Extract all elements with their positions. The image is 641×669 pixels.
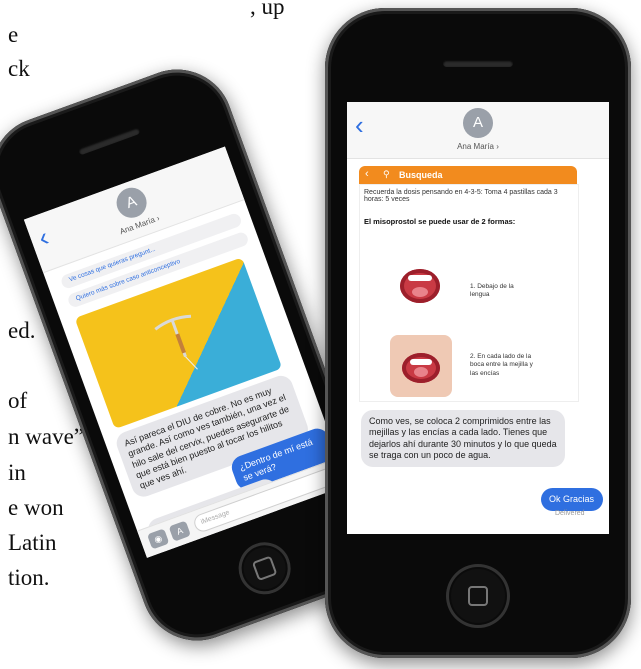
background-line: ck [8,56,30,81]
right-phone: ‹ A Ana María › ‹ ⚲ Busqueda Recuerda la… [325,8,631,658]
background-line: ed. [8,318,36,343]
background-line: e [8,22,19,47]
back-chevron-icon[interactable]: ‹ [34,221,52,252]
mouth-cheek-illustration [402,353,440,383]
avatar[interactable]: A [112,183,151,222]
search-icon[interactable]: ⚲ [383,169,390,180]
back-chevron-icon[interactable]: ‹ [355,112,364,138]
message-bubble-outgoing: Ok Gracias [541,488,603,512]
background-line: tion. [8,565,50,590]
messages-header: ‹ A Ana María › [347,102,609,159]
cheek-placement-illustration [390,335,452,397]
background-fragment: , up [250,0,285,19]
instruction-card: Recuerda la dosis pensando en 4-3-5: Tom… [359,184,579,402]
step-under-tongue-label: 1. Debajo de la lengua [470,283,514,299]
speaker-grille [77,126,141,156]
camera-icon[interactable]: ◉ [146,528,170,550]
delivery-status: Delivered [555,510,585,517]
dosage-intro: Recuerda la dosis pensando en 4-3-5: Tom… [364,189,558,203]
avatar[interactable]: A [463,108,493,138]
right-phone-screen: ‹ A Ana María › ‹ ⚲ Busqueda Recuerda la… [347,102,609,534]
app-store-icon[interactable]: A [168,520,191,542]
background-line: e won [8,495,64,520]
back-chevron-icon[interactable]: ‹ [365,168,369,180]
background-line: n wave” [8,424,84,449]
step-cheek-label: 2. En cada lado de la boca entre la meji… [470,353,533,377]
message-bubble-incoming: Como ves, se coloca 2 comprimidos entre … [361,410,565,467]
search-label: Busqueda [399,170,443,180]
background-line: Latin [8,530,57,555]
speaker-grille [443,60,513,67]
mouth-under-tongue-illustration [400,269,440,303]
contact-name[interactable]: Ana María › [347,142,609,151]
background-line: of [8,388,28,413]
home-button[interactable] [231,534,298,602]
background-line: in [8,460,26,485]
copper-iud-image [154,314,198,370]
home-button[interactable] [446,564,510,628]
card-heading: El misoprostol se puede usar de 2 formas… [364,217,516,226]
search-header-bar: ‹ ⚲ Busqueda [359,166,577,184]
